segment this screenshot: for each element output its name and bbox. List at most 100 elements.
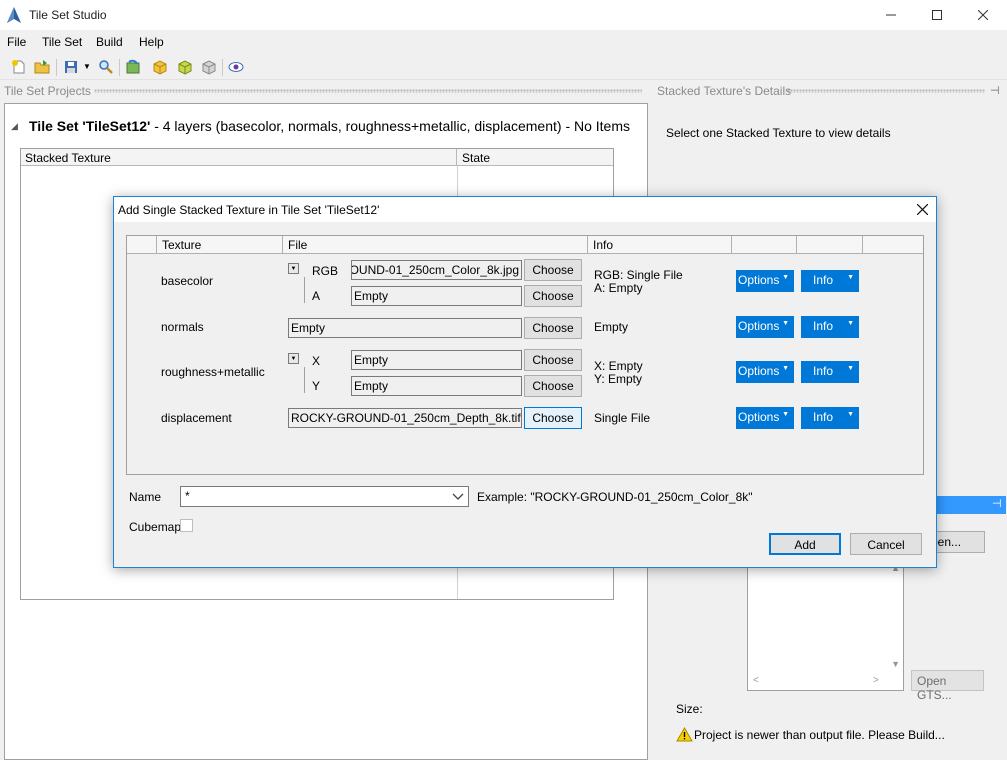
dialog-close-button[interactable]	[910, 198, 934, 221]
preview-eye-icon[interactable]	[228, 59, 244, 75]
info-button-basecolor[interactable]: Info ▼	[801, 270, 859, 292]
toolbar: ▼	[0, 54, 1007, 80]
chevron-down-icon[interactable]	[452, 490, 464, 502]
row-label-normals: normals	[161, 320, 204, 334]
collapse-toggle-roughness-metallic[interactable]: ▼	[288, 353, 299, 364]
minimize-button[interactable]	[868, 0, 914, 30]
column-header-stacked-texture[interactable]: Stacked Texture	[21, 149, 457, 166]
choose-button-roughness-x[interactable]: Choose	[524, 349, 582, 371]
warning-icon	[676, 727, 693, 742]
scroll-left-icon[interactable]: <	[753, 675, 759, 686]
panel-grip[interactable]	[787, 89, 985, 93]
save-dropdown-icon[interactable]: ▼	[83, 62, 99, 78]
tree-node-tileset[interactable]: Tile Set 'TileSet12' - 4 layers (basecol…	[29, 118, 630, 134]
cancel-button[interactable]: Cancel	[850, 533, 922, 555]
build-warning-text: Project is newer than output file. Pleas…	[694, 728, 945, 742]
open-gts-button[interactable]: Open GTS...	[911, 670, 984, 702]
pin-icon[interactable]: ⊣	[990, 84, 1000, 97]
clean-icon[interactable]	[201, 59, 217, 75]
close-icon	[916, 204, 928, 215]
options-button-roughness-metallic[interactable]: Options ▼	[736, 361, 794, 383]
info-button-roughness-metallic[interactable]: Info ▼	[801, 361, 859, 383]
options-button-normals[interactable]: Options ▼	[736, 316, 794, 338]
refresh-icon[interactable]	[125, 59, 141, 75]
column-header-texture: Texture	[157, 236, 283, 254]
panel-title: Stacked Texture's Details	[657, 84, 792, 98]
info-button-normals[interactable]: Info ▼	[801, 316, 859, 338]
choose-button-roughness-y[interactable]: Choose	[524, 375, 582, 397]
channel-label-y: Y	[312, 379, 321, 393]
window-titlebar: Tile Set Studio	[0, 0, 1007, 30]
dropdown-caret-icon: ▼	[847, 411, 854, 418]
close-window-button[interactable]	[960, 0, 1006, 30]
tree-collapse-icon[interactable]: ◢	[11, 121, 18, 132]
scroll-right-icon[interactable]: >	[873, 675, 879, 686]
info-line: Y: Empty	[594, 372, 643, 386]
choose-button-basecolor-rgb[interactable]: Choose	[524, 259, 582, 281]
toolbar-separator	[56, 59, 57, 76]
dropdown-caret-icon: ▼	[782, 411, 789, 418]
save-icon[interactable]	[63, 59, 79, 75]
app-logo-icon	[7, 7, 21, 23]
search-icon[interactable]	[98, 59, 114, 75]
info-displacement: Single File	[594, 412, 650, 425]
details-panel-header: Stacked Texture's Details	[657, 83, 1002, 99]
row-label-displacement: displacement	[161, 411, 232, 425]
app-title: Tile Set Studio	[29, 8, 107, 22]
file-field-basecolor-a[interactable]: Empty	[351, 286, 522, 306]
cubemap-checkbox[interactable]	[180, 519, 193, 532]
size-label: Size:	[676, 702, 703, 716]
add-stacked-texture-dialog: Add Single Stacked Texture in Tile Set '…	[113, 196, 937, 568]
scroll-down-icon[interactable]: ▼	[891, 659, 900, 669]
column-header-options	[732, 236, 797, 254]
name-combobox[interactable]: *	[180, 486, 469, 507]
channel-label-a: A	[312, 289, 321, 303]
choose-button-basecolor-a[interactable]: Choose	[524, 285, 582, 307]
dropdown-caret-icon: ▼	[782, 320, 789, 327]
choose-button-displacement[interactable]: Choose	[524, 407, 582, 429]
panel-title: Tile Set Projects	[4, 84, 91, 98]
maximize-button[interactable]	[914, 0, 960, 30]
channel-label-rgb: RGB	[312, 264, 339, 278]
build-box-icon[interactable]	[177, 59, 193, 75]
row-label-basecolor: basecolor	[161, 274, 214, 288]
file-field-roughness-x[interactable]: Empty	[351, 350, 522, 370]
info-roughness-metallic: X: Empty Y: Empty	[594, 360, 643, 386]
info-button-displacement[interactable]: Info ▼	[801, 407, 859, 429]
add-button[interactable]: Add	[769, 533, 841, 555]
menu-file[interactable]: File	[7, 35, 26, 49]
info-basecolor: RGB: Single File A: Empty	[594, 269, 683, 295]
choose-button-normals[interactable]: Choose	[524, 317, 582, 339]
file-field-normals[interactable]: Empty	[288, 318, 522, 338]
menu-help[interactable]: Help	[139, 35, 164, 49]
file-field-basecolor-rgb[interactable]: ROCKY-GROUND-01_250cm_Color_8k.jpg	[351, 260, 522, 280]
row-label-roughness-metallic: roughness+metallic	[161, 365, 265, 379]
dropdown-caret-icon: ▼	[782, 365, 789, 372]
column-header-state[interactable]: State	[457, 149, 613, 166]
menu-build[interactable]: Build	[96, 35, 123, 49]
open-project-icon[interactable]	[34, 59, 50, 75]
pin-icon[interactable]: ⊣	[992, 497, 1002, 510]
dialog-titlebar: Add Single Stacked Texture in Tile Set '…	[114, 197, 936, 222]
tree-node-name: Tile Set 'TileSet12'	[29, 118, 151, 134]
options-button-displacement[interactable]: Options ▼	[736, 407, 794, 429]
new-project-icon[interactable]	[11, 59, 27, 75]
collapse-toggle-basecolor[interactable]: ▼	[288, 263, 299, 274]
box-icon[interactable]	[152, 59, 168, 75]
minimize-icon	[886, 14, 896, 16]
name-example: Example: "ROCKY-GROUND-01_250cm_Color_8k…	[477, 490, 753, 504]
file-field-displacement[interactable]: ROCKY-GROUND-01_250cm_Depth_8k.tif	[288, 408, 522, 428]
panel-grip[interactable]	[94, 89, 642, 93]
output-list[interactable]: ▲ ▼ < >	[747, 560, 904, 691]
channel-bracket	[304, 367, 305, 393]
name-label: Name	[129, 490, 162, 504]
column-header-extra	[863, 236, 923, 254]
options-button-basecolor[interactable]: Options ▼	[736, 270, 794, 292]
dropdown-caret-icon: ▼	[847, 274, 854, 281]
info-line: Single File	[594, 411, 651, 425]
column-header-blank	[127, 236, 157, 254]
file-field-roughness-y[interactable]: Empty	[351, 376, 522, 396]
menu-tile-set[interactable]: Tile Set	[42, 35, 82, 49]
texture-table: Texture File Info basecolor ▼ RGB ROCKY-…	[126, 235, 924, 475]
toolbar-separator	[222, 59, 223, 76]
